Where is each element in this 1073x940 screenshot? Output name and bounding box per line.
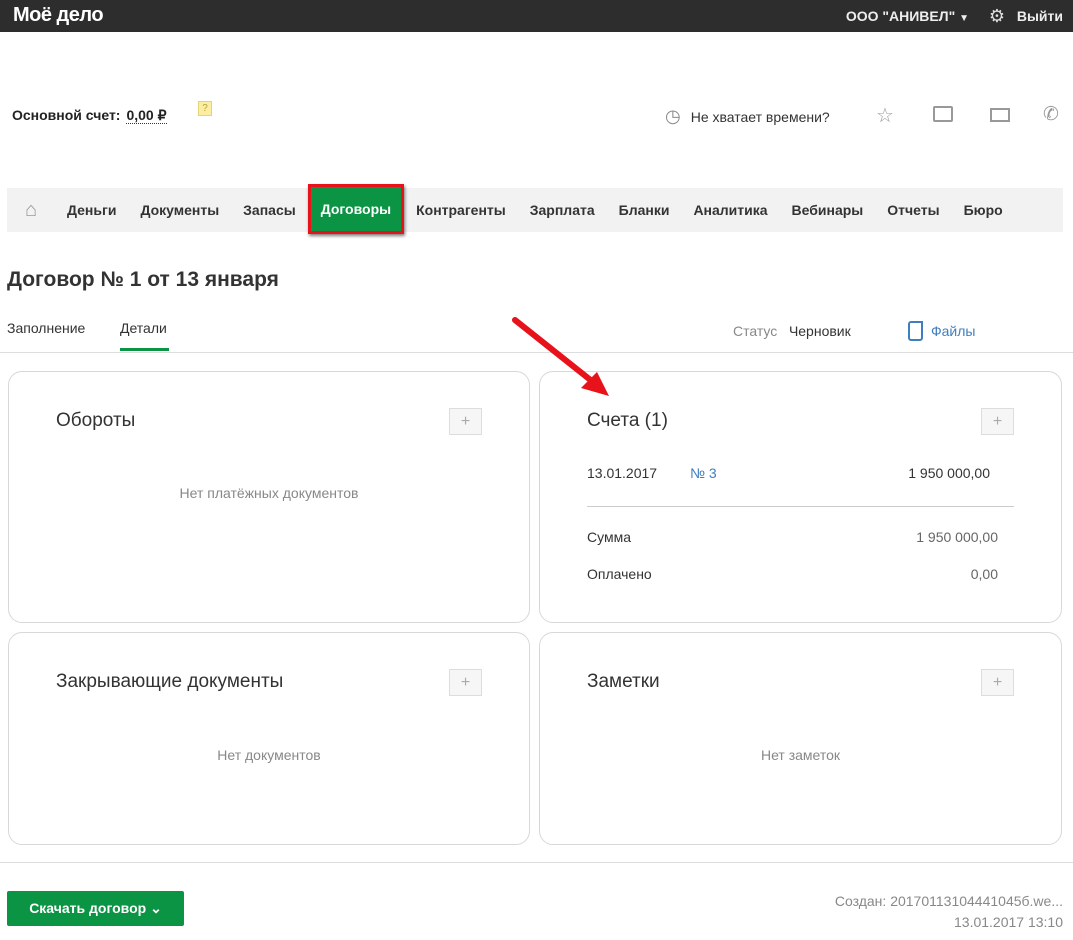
invoices-card: Счета (1) + 13.01.2017 № 3 1 950 000,00 … — [539, 371, 1062, 623]
files-label: Файлы — [931, 323, 976, 339]
empty-message: Нет документов — [217, 747, 321, 763]
download-contract-button[interactable]: Скачать договор ⌄ — [7, 891, 184, 926]
add-button[interactable]: + — [449, 669, 482, 696]
time-help-label: Не хватает времени? — [690, 108, 830, 125]
card-title: Закрывающие документы — [56, 671, 284, 692]
divider — [587, 506, 1014, 507]
red-arrow-annotation — [512, 317, 609, 396]
sum-row: Сумма 1 950 000,00 — [587, 529, 1014, 545]
empty-message: Нет платёжных документов — [179, 485, 359, 501]
nav-bureau[interactable]: Бюро — [952, 188, 1015, 232]
invoice-row: 13.01.2017 № 3 1 950 000,00 — [587, 465, 1014, 481]
tab-details[interactable]: Детали — [120, 320, 167, 336]
paid-row: Оплачено 0,00 — [587, 566, 1014, 582]
org-name: ООО "АНИВЕЛ" — [845, 8, 956, 24]
help-icon[interactable]: ? — [198, 101, 212, 116]
nav-reports[interactable]: Отчеты — [875, 188, 951, 232]
file-icon — [908, 321, 923, 341]
nav-documents[interactable]: Документы — [128, 188, 231, 232]
divider — [0, 862, 1073, 863]
card-title: Счета (1) — [587, 410, 668, 431]
invoice-date: 13.01.2017 — [587, 465, 658, 481]
logo[interactable]: Моё дело — [13, 4, 104, 27]
contact-card-icon[interactable] — [990, 108, 1010, 122]
created-date: 13.01.2017 13:10 — [954, 914, 1063, 930]
turnover-card: Обороты + Нет платёжных документов — [8, 371, 530, 623]
invoice-number-link[interactable]: № 3 — [690, 465, 717, 481]
time-help[interactable]: ◷ Не хватает времени? — [665, 106, 830, 127]
page-title: Договор № 1 от 13 января — [7, 268, 279, 291]
sum-label: Сумма — [587, 529, 631, 545]
empty-message: Нет заметок — [760, 747, 841, 763]
card-title: Обороты — [56, 410, 136, 431]
add-button[interactable]: + — [449, 408, 482, 435]
home-icon[interactable]: ⌂ — [7, 199, 55, 222]
add-button[interactable]: + — [981, 408, 1014, 435]
nav-stock[interactable]: Запасы — [231, 188, 308, 232]
paid-label: Оплачено — [587, 566, 652, 582]
gear-icon[interactable]: ⚙ — [989, 6, 1005, 27]
nav-contracts[interactable]: Договоры — [307, 184, 405, 234]
tab-fill[interactable]: Заполнение — [7, 320, 85, 336]
account-balance[interactable]: 0,00 ₽ — [126, 107, 167, 124]
download-label: Скачать договор — [29, 900, 147, 916]
status: Статус Черновик — [733, 323, 851, 339]
chevron-down-icon: ⌄ — [150, 900, 162, 916]
invoice-amount: 1 950 000,00 — [908, 465, 990, 481]
nav-webinars[interactable]: Вебинары — [780, 188, 876, 232]
logout-link[interactable]: Выйти — [1017, 8, 1063, 24]
card-title: Заметки — [587, 671, 660, 692]
paid-value: 0,00 — [970, 566, 998, 582]
sum-value: 1 950 000,00 — [916, 529, 998, 545]
phone-icon[interactable]: ✆ — [1043, 103, 1059, 126]
status-label: Статус — [733, 323, 778, 339]
clock-icon: ◷ — [665, 106, 681, 126]
add-button[interactable]: + — [981, 669, 1014, 696]
status-value: Черновик — [788, 323, 851, 339]
nav-analytics[interactable]: Аналитика — [681, 188, 779, 232]
files-link[interactable]: Файлы — [908, 321, 975, 341]
caret-down-icon: ▼ — [959, 13, 969, 24]
org-selector[interactable]: ООО "АНИВЕЛ" ▼ — [846, 8, 969, 24]
main-account: Основной счет: 0,00 ₽ — [12, 107, 167, 124]
closing-docs-card: Закрывающие документы + Нет документов — [8, 632, 530, 845]
main-nav: ⌂ Деньги Документы Запасы Договоры Контр… — [7, 184, 1063, 234]
nav-salary[interactable]: Зарплата — [518, 188, 607, 232]
nav-forms[interactable]: Бланки — [607, 188, 682, 232]
notes-card: Заметки + Нет заметок — [539, 632, 1062, 845]
star-icon[interactable]: ☆ — [876, 103, 894, 128]
created-info: Создан: 20170113104441045б.we... — [834, 893, 1063, 909]
chat-icon[interactable] — [933, 106, 953, 122]
active-tab-indicator — [120, 348, 169, 351]
nav-money[interactable]: Деньги — [55, 188, 128, 232]
nav-counterparties[interactable]: Контрагенты — [404, 188, 518, 232]
top-bar: Моё дело ООО "АНИВЕЛ" ▼ ⚙ Выйти — [0, 0, 1073, 32]
account-label: Основной счет: — [12, 107, 121, 123]
